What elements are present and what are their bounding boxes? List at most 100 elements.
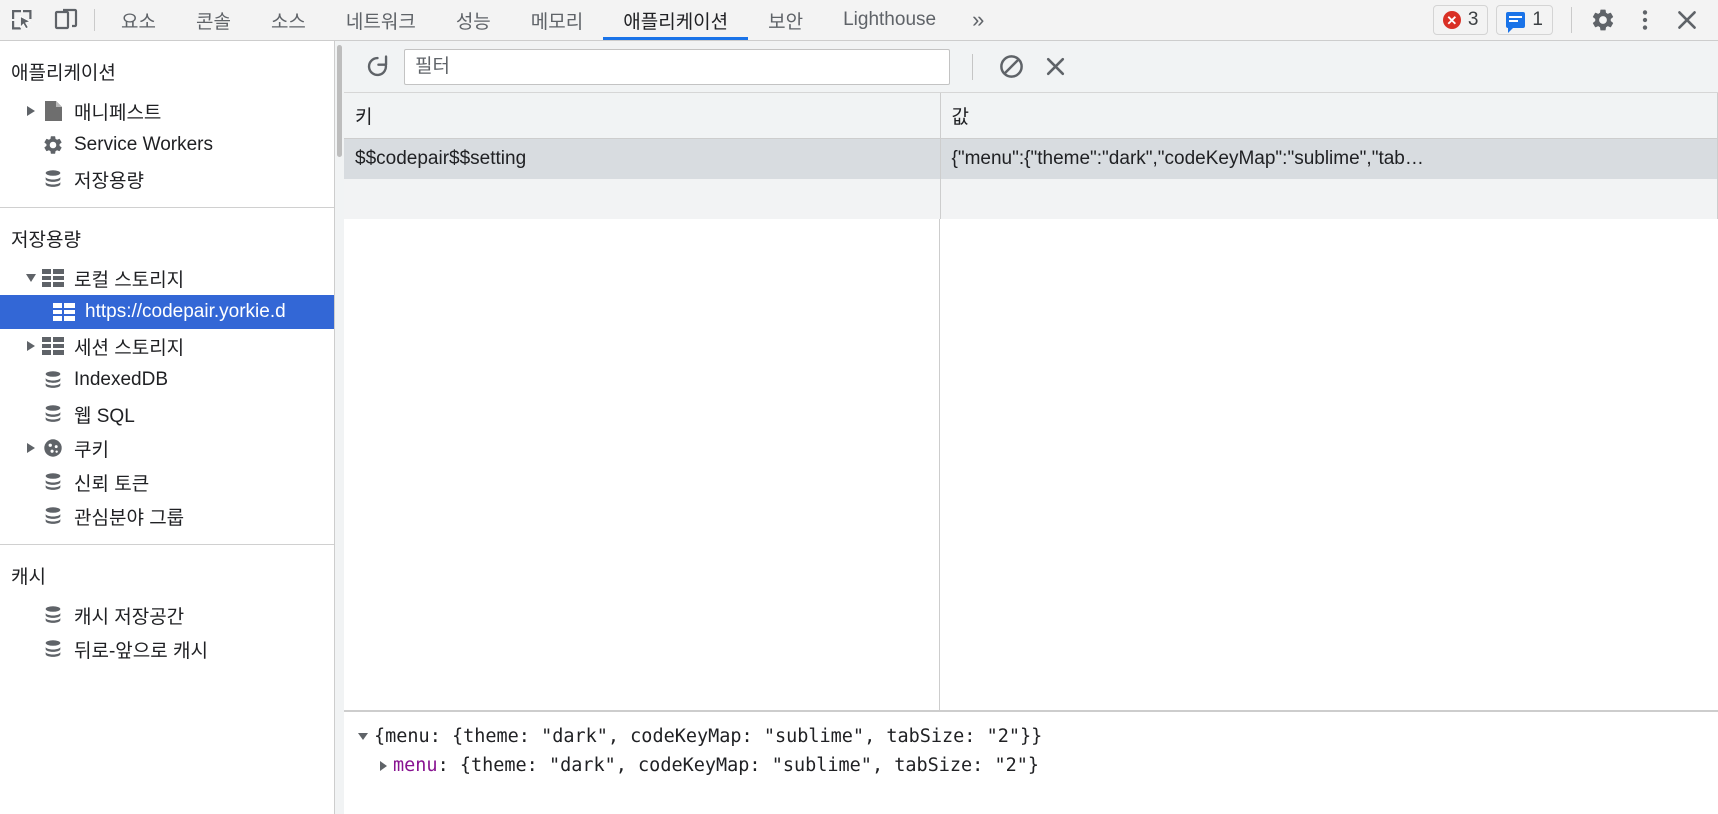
message-count-label: 1 (1532, 9, 1543, 30)
table-grid-icon (41, 267, 65, 289)
tab-performance[interactable]: 성능 (436, 0, 511, 40)
sidebar-item-cache-storage[interactable]: 캐시 저장공간 (0, 598, 334, 632)
database-icon (41, 505, 65, 527)
gear-icon (41, 134, 65, 156)
preview-key-menu: menu (393, 755, 438, 776)
chevron-right-icon[interactable] (22, 443, 40, 453)
message-count-badge[interactable]: 1 (1496, 5, 1553, 35)
sidebar-item-label: 웹 SQL (74, 405, 135, 427)
sidebar-item-local-storage-origin[interactable]: https://codepair.yorkie.d (0, 295, 334, 329)
cell-value-empty[interactable] (940, 178, 1718, 219)
chevron-right-icon[interactable] (22, 341, 40, 351)
table-row-empty[interactable] (344, 178, 1718, 219)
tab-label: 보안 (768, 11, 804, 33)
tab-label: 애플리케이션 (623, 11, 729, 33)
table-header-row: 키 값 (344, 93, 1718, 139)
table-row[interactable]: $$codepair$$setting {"menu":{"theme":"da… (344, 138, 1718, 179)
sidebar-item-web-sql[interactable]: 웹 SQL (0, 397, 334, 431)
sidebar-item-manifest[interactable]: 매니페스트 (0, 94, 334, 128)
table-empty-col-value (940, 219, 1718, 711)
toolbar-divider-3 (972, 53, 973, 80)
sidebar-item-label: 신뢰 토큰 (74, 473, 150, 495)
cell-value[interactable]: {"menu":{"theme":"dark","codeKeyMap":"su… (940, 138, 1718, 179)
error-count-label: 3 (1467, 9, 1479, 30)
filter-input[interactable] (404, 48, 950, 85)
cell-key-empty[interactable] (344, 178, 941, 219)
tab-security[interactable]: 보안 (748, 0, 823, 40)
tab-console[interactable]: 콘솔 (176, 0, 251, 40)
toolbar-divider (94, 9, 95, 31)
column-header-key[interactable]: 키 (344, 93, 941, 139)
sidebar-item-back-forward-cache[interactable]: 뒤로-앞으로 캐시 (0, 632, 334, 666)
sidebar-item-trust-tokens[interactable]: 신뢰 토큰 (0, 465, 334, 499)
sidebar-item-label: 뒤로-앞으로 캐시 (74, 640, 208, 662)
manifest-document-icon (41, 100, 65, 122)
table-grid-icon (52, 301, 76, 323)
tab-label: Lighthouse (843, 9, 937, 30)
database-icon (41, 604, 65, 626)
storage-table: 키 값 $$codepair$$setting {"menu":{"theme"… (344, 93, 1718, 219)
tab-label: 콘솔 (195, 11, 231, 33)
storage-main-panel: 키 값 $$codepair$$setting {"menu":{"theme"… (335, 41, 1718, 814)
sidebar-section-title: 애플리케이션 (11, 63, 116, 84)
sidebar-item-label: 매니페스트 (74, 102, 162, 124)
panel-tabs: 요소 콘솔 소스 네트워크 성능 메모리 애플리케이션 보안 Lighthous… (101, 0, 1000, 40)
preview-line-menu[interactable]: menu: {theme: "dark", codeKeyMap: "subli… (358, 751, 1718, 780)
chevron-right-icon[interactable] (380, 761, 387, 771)
sidebar-item-cookies[interactable]: 쿠키 (0, 431, 334, 465)
devtools-body: 애플리케이션 매니페스트 Service Workers 저장용량 저장용량 로… (0, 41, 1718, 814)
tab-application[interactable]: 애플리케이션 (603, 0, 749, 40)
sidebar-section-title: 저장용량 (11, 230, 81, 251)
chevron-right-icon[interactable] (22, 106, 40, 116)
table-grid-icon (41, 335, 65, 357)
devtools-main-toolbar: 요소 콘솔 소스 네트워크 성능 메모리 애플리케이션 보안 Lighthous… (0, 0, 1718, 41)
sidebar-section-cache: 캐시 캐시 저장공간 뒤로-앞으로 캐시 (0, 545, 334, 677)
sidebar-item-service-workers[interactable]: Service Workers (0, 128, 334, 162)
tab-label: 요소 (121, 11, 156, 33)
toolbar-divider-2 (1571, 7, 1572, 33)
tab-elements[interactable]: 요소 (101, 0, 176, 40)
chevron-down-icon[interactable] (358, 733, 368, 740)
sidebar-item-label: 관심분야 그룹 (74, 507, 185, 529)
sidebar-item-storage-overview[interactable]: 저장용량 (0, 162, 334, 196)
database-icon (41, 369, 65, 391)
close-icon[interactable] (1666, 0, 1708, 41)
sidebar-item-label: 캐시 저장공간 (74, 606, 185, 628)
sidebar-item-interest-groups[interactable]: 관심분야 그룹 (0, 499, 334, 533)
sidebar-item-session-storage[interactable]: 세션 스토리지 (0, 329, 334, 363)
more-tabs-button[interactable]: » (956, 0, 1000, 40)
column-header-value[interactable]: 값 (940, 93, 1718, 139)
cell-key[interactable]: $$codepair$$setting (344, 138, 941, 179)
delete-selected-icon[interactable] (1033, 46, 1077, 88)
tab-label: 메모리 (530, 11, 584, 33)
cookie-icon (41, 437, 65, 459)
sidebar-item-label: IndexedDB (74, 369, 169, 390)
device-toolbar-icon[interactable] (44, 0, 88, 40)
sidebar-item-local-storage[interactable]: 로컬 스토리지 (0, 261, 334, 295)
tab-sources[interactable]: 소스 (251, 0, 326, 40)
sidebar-item-label: https://codepair.yorkie.d (85, 301, 286, 322)
chevron-down-icon[interactable] (22, 274, 40, 282)
tab-network[interactable]: 네트워크 (326, 0, 436, 40)
storage-data-grid: 키 값 $$codepair$$setting {"menu":{"theme"… (344, 93, 1718, 710)
devtools-window: 요소 콘솔 소스 네트워크 성능 메모리 애플리케이션 보안 Lighthous… (0, 0, 1718, 814)
inspect-element-icon[interactable] (0, 0, 44, 40)
refresh-icon[interactable] (356, 46, 398, 88)
tab-memory[interactable]: 메모리 (511, 0, 603, 40)
error-count-badge[interactable]: ✕ 3 (1432, 5, 1489, 35)
clear-all-icon[interactable] (989, 46, 1033, 88)
sidebar-section-storage: 저장용량 로컬 스토리지 https://codepair.yorkie.d 세… (0, 208, 334, 545)
gear-icon[interactable] (1582, 0, 1624, 41)
preview-root-text: {menu: {theme: "dark", codeKeyMap: "subl… (374, 726, 1043, 747)
sidebar-section-application: 애플리케이션 매니페스트 Service Workers 저장용량 (0, 41, 334, 208)
sidebar-item-label: 쿠키 (74, 439, 109, 461)
database-icon (41, 638, 65, 660)
preview-line-root[interactable]: {menu: {theme: "dark", codeKeyMap: "subl… (358, 722, 1718, 751)
tab-lighthouse[interactable]: Lighthouse (823, 0, 956, 40)
sidebar-section-title: 캐시 (11, 567, 46, 588)
more-vertical-icon[interactable] (1624, 0, 1666, 41)
sidebar-item-indexeddb[interactable]: IndexedDB (0, 363, 334, 397)
storage-toolbar (344, 41, 1718, 93)
sidebar-resize-handle[interactable] (335, 41, 344, 814)
application-sidebar: 애플리케이션 매니페스트 Service Workers 저장용량 저장용량 로… (0, 41, 335, 814)
